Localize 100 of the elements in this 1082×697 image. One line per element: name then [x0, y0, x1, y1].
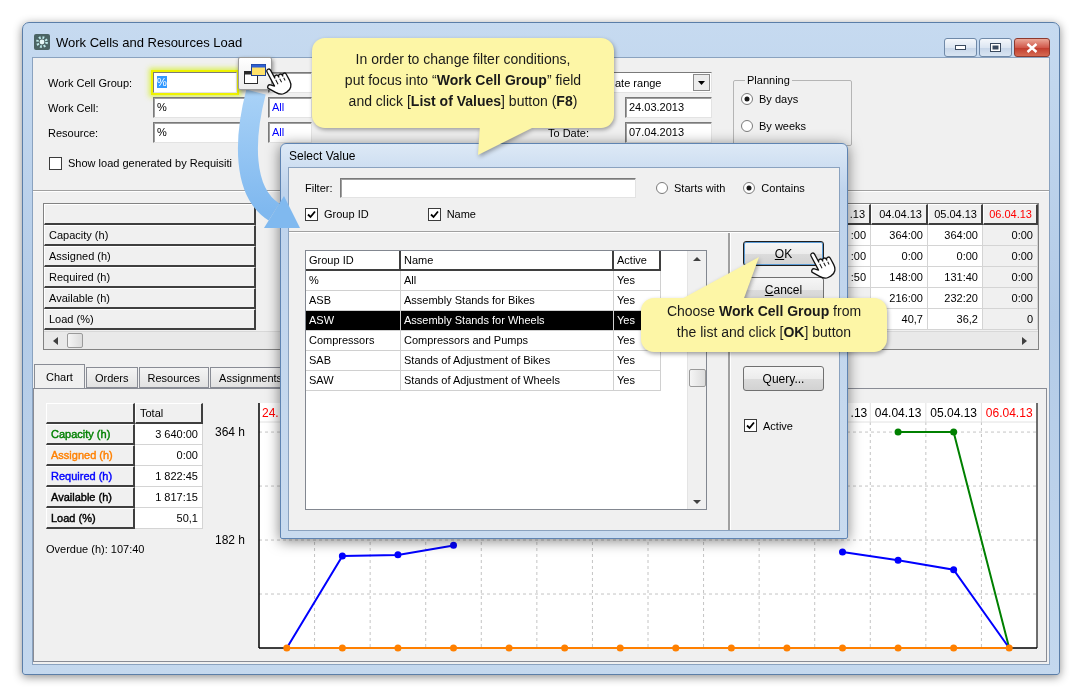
- data-point: [839, 548, 846, 556]
- row-header: Required (h): [51, 470, 113, 482]
- row-header: Capacity (h): [44, 225, 256, 246]
- row-header: Available (h): [44, 288, 256, 309]
- axis-label: 364 h: [214, 425, 245, 440]
- description-field: All: [268, 122, 312, 143]
- list-of-values-button[interactable]: [238, 57, 272, 90]
- table-cell: 0:00: [983, 288, 1038, 309]
- checkbox-label: Show load generated by Requisiti: [68, 157, 232, 169]
- data-point: [338, 644, 346, 652]
- column-header[interactable]: Group ID: [306, 251, 401, 271]
- data-point: [338, 552, 346, 560]
- data-point: [672, 644, 680, 652]
- table-cell: SAW: [306, 371, 401, 391]
- minimize-button[interactable]: [944, 38, 977, 57]
- radio-button[interactable]: [656, 182, 668, 194]
- table-cell: 1 822:45: [135, 466, 203, 487]
- data-point: [950, 644, 958, 652]
- row-header: Assigned (h): [44, 246, 256, 267]
- checkbox[interactable]: [744, 419, 757, 432]
- dialog-button[interactable]: Query...: [743, 366, 824, 391]
- checkbox[interactable]: [305, 207, 318, 221]
- data-point: [616, 644, 624, 652]
- field-label: Filter:: [305, 182, 334, 194]
- checkbox-label: Name: [446, 208, 476, 220]
- table-cell: 232:20: [928, 288, 983, 309]
- column-header: 04.04.13: [871, 204, 928, 225]
- table-row[interactable]: % All Yes: [306, 271, 661, 291]
- tab[interactable]: Resources: [138, 367, 210, 388]
- tab[interactable]: Chart: [34, 364, 85, 389]
- field-label: Work Cell:: [48, 101, 99, 114]
- caret-icon[interactable]: [693, 74, 710, 91]
- table-cell: 131:40: [928, 267, 983, 288]
- stacked-windows-icon: [243, 62, 267, 85]
- input-field[interactable]: [340, 178, 636, 198]
- table-cell: 148:00: [871, 267, 928, 288]
- checkbox[interactable]: [49, 156, 62, 170]
- table-cell: :50: [846, 267, 871, 288]
- table-cell: 36,2: [928, 309, 983, 330]
- scroll-thumb[interactable]: [67, 333, 83, 348]
- radio-button[interactable]: [743, 182, 756, 194]
- field-label: To Date:: [548, 126, 589, 139]
- data-point: [894, 428, 902, 436]
- table-cell: :00: [846, 246, 871, 267]
- checkbox[interactable]: [427, 207, 441, 221]
- axis-label: 24.: [262, 406, 279, 420]
- table-cell: 0:00: [983, 225, 1038, 246]
- table-cell: 1 817:15: [135, 487, 203, 508]
- column-header[interactable]: Name: [401, 251, 614, 271]
- dialog-title: Select Value: [289, 148, 356, 163]
- data-point: [394, 644, 402, 652]
- row-header: Capacity (h): [51, 428, 111, 440]
- data-point: [450, 644, 457, 652]
- table-cell: 0:00: [983, 267, 1038, 288]
- scroll-thumb[interactable]: [688, 369, 706, 387]
- data-point: [450, 541, 457, 549]
- table-row[interactable]: SAW Stands of Adjustment of Wheels Yes: [306, 371, 661, 391]
- description-field: All: [268, 97, 312, 118]
- table-cell: 364:00: [871, 225, 928, 246]
- data-point: [283, 644, 291, 652]
- close-button[interactable]: [1014, 38, 1050, 57]
- data-point: [394, 551, 402, 559]
- group-title: Planning: [746, 74, 791, 86]
- overdue-text: Overdue (h): 107:40: [46, 543, 145, 555]
- table-cell: 3 640:00: [135, 424, 203, 445]
- data-point: [505, 644, 513, 652]
- maximize-button[interactable]: [979, 38, 1012, 57]
- data-point: [894, 644, 902, 652]
- row-header: Required (h): [44, 267, 256, 288]
- period-dropdown[interactable]: ate range: [614, 72, 712, 93]
- axis-label: 04.04.13: [874, 406, 922, 420]
- maximize-icon: [990, 43, 1001, 52]
- column-header[interactable]: Active: [614, 251, 661, 271]
- row-header: Load (%): [44, 309, 256, 330]
- radio-button[interactable]: [741, 120, 753, 132]
- date-field[interactable]: 24.03.2013: [625, 97, 712, 118]
- column-header: 06.04.13: [983, 204, 1038, 225]
- row-header: Assigned (h): [51, 449, 113, 461]
- dialog-button[interactable]: OK: [743, 241, 824, 266]
- tab[interactable]: Orders: [85, 367, 138, 388]
- radio-button[interactable]: [741, 93, 753, 105]
- data-point: [727, 644, 735, 652]
- table-cell: 0:00: [871, 246, 928, 267]
- table-row[interactable]: SAB Stands of Adjustment of Bikes Yes: [306, 351, 661, 371]
- date-field[interactable]: 07.04.2013: [625, 122, 712, 143]
- table-cell: 0:00: [135, 445, 203, 466]
- radio-label: Contains: [761, 182, 805, 194]
- table-cell: 50,1: [135, 508, 203, 529]
- radio-label: By days: [759, 93, 799, 105]
- table-row[interactable]: ASB Assembly Stands for Bikes Yes: [306, 291, 661, 311]
- data-point: [1005, 644, 1013, 652]
- axis-label: 05.04.13: [930, 406, 977, 420]
- field-label: Resource:: [48, 126, 99, 139]
- checkbox-label: Group ID: [324, 208, 369, 220]
- window-title: Work Cells and Resources Load: [56, 34, 243, 50]
- table-cell: 0:00: [983, 246, 1038, 267]
- data-point: [839, 644, 846, 652]
- tooltip-text: Choose Work Cell Group from the list and click [OK] button: [666, 302, 862, 342]
- row-header: Load (%): [51, 512, 96, 524]
- table-cell: 0: [983, 309, 1038, 330]
